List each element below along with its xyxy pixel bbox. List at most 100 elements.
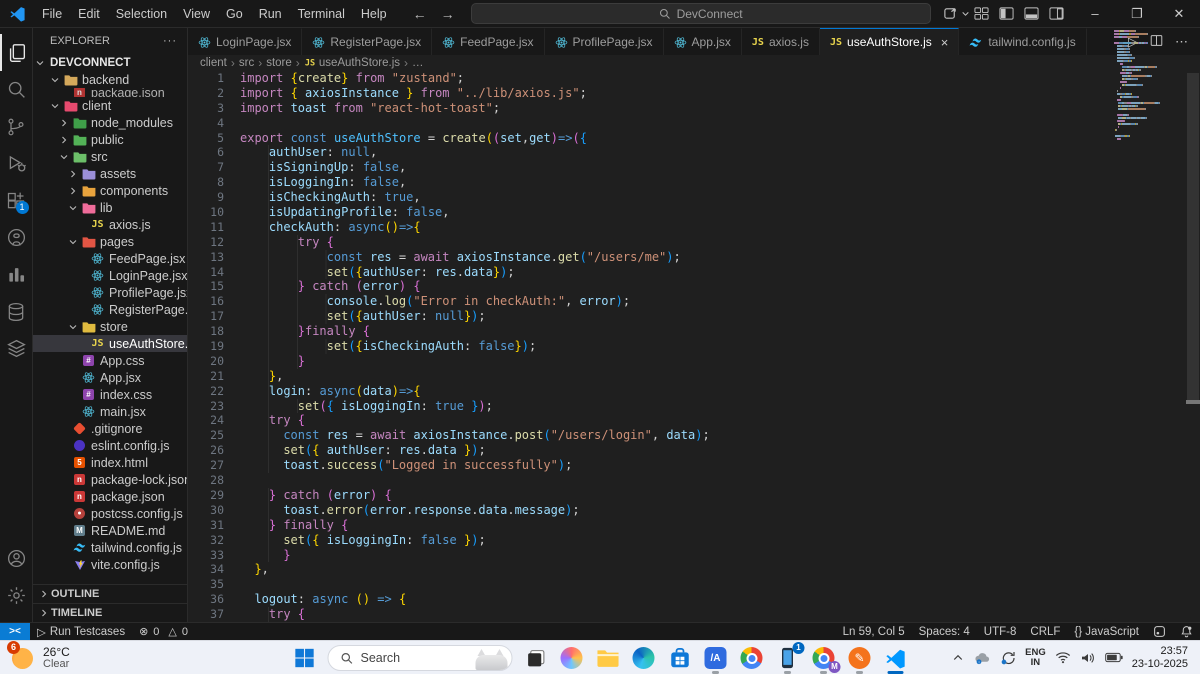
- nav-back-icon[interactable]: ←: [411, 6, 429, 22]
- remote-indicator[interactable]: ><: [0, 622, 30, 641]
- breadcrumb-item[interactable]: src: [239, 57, 254, 69]
- toggle-sidebar-icon[interactable]: [999, 6, 1014, 21]
- code-line[interactable]: 20}: [188, 353, 1186, 369]
- copilot-menu[interactable]: [943, 6, 970, 21]
- taskbar-app-chrome[interactable]: [739, 645, 765, 671]
- problems-indicator[interactable]: ⊗ 0 △ 0: [132, 623, 196, 640]
- tab-LoginPage.jsx[interactable]: LoginPage.jsx: [188, 28, 303, 55]
- tree-item-client[interactable]: client: [33, 97, 187, 114]
- code-line[interactable]: 7 isSigningUp: false,: [188, 160, 1186, 176]
- minimize-button[interactable]: –: [1074, 0, 1116, 28]
- code-line[interactable]: 1 import {create} from "zustand";: [188, 71, 1186, 86]
- taskbar-app-taskview[interactable]: [523, 645, 549, 671]
- activity-extensions-icon[interactable]: 1: [0, 182, 33, 219]
- code-line[interactable]: 33}: [188, 547, 1186, 563]
- menu-item-terminal[interactable]: Terminal: [290, 0, 353, 28]
- activity-settings-icon[interactable]: [0, 577, 33, 614]
- restore-button[interactable]: ❐: [1116, 0, 1158, 28]
- menu-item-run[interactable]: Run: [251, 0, 290, 28]
- onedrive-icon[interactable]: i: [973, 651, 991, 665]
- taskbar-app-pen[interactable]: ✎: [847, 645, 873, 674]
- code-line[interactable]: 26 set({ authUser: res. data });: [188, 443, 1186, 459]
- status-item[interactable]: Spaces: 4: [912, 626, 977, 638]
- code-line[interactable]: 23 set({ isLoggingIn: true });: [188, 398, 1186, 414]
- taskbar-app-phone[interactable]: 1: [775, 642, 805, 674]
- status-item[interactable]: Ln 59, Col 5: [836, 626, 912, 638]
- volume-icon[interactable]: [1080, 651, 1096, 665]
- tree-item-index.css[interactable]: # index.css: [33, 386, 187, 403]
- tree-item-ProfilePage.jsx[interactable]: ProfilePage.jsx: [33, 284, 187, 301]
- menu-item-edit[interactable]: Edit: [70, 0, 108, 28]
- statusbar-extension-icon[interactable]: [1146, 625, 1173, 638]
- tree-item-assets[interactable]: assets: [33, 165, 187, 182]
- breadcrumb-item[interactable]: client: [200, 57, 227, 69]
- activity-search-icon[interactable]: [0, 71, 33, 108]
- tab-axios.js[interactable]: JS axios.js: [741, 28, 820, 55]
- activity-database-icon[interactable]: [0, 293, 33, 330]
- command-center-search[interactable]: DevConnect: [470, 3, 931, 24]
- close-button[interactable]: ✕: [1158, 0, 1200, 28]
- code-line[interactable]: 3 import toast from "react-hot-toast";: [188, 101, 1186, 116]
- run-testcases-button[interactable]: ▷ Run Testcases: [30, 623, 132, 640]
- tab-useAuthStore.js[interactable]: JS useAuthStore.js ×: [819, 28, 960, 55]
- taskbar-app-chrome-m[interactable]: M: [811, 645, 841, 674]
- code-line[interactable]: 34},: [188, 562, 1186, 578]
- tree-item-axios.js[interactable]: JS axios.js: [33, 216, 187, 233]
- tree-item-index.html[interactable]: 5 index.html: [33, 454, 187, 471]
- tree-item-postcss.config.js[interactable]: ● postcss.config.js: [33, 505, 187, 522]
- tab-RegisterPage.jsx[interactable]: RegisterPage.jsx: [302, 28, 433, 55]
- code-line[interactable]: 22 login: async(data) =>{: [188, 383, 1186, 399]
- activity-github-icon[interactable]: [0, 219, 33, 256]
- tree-item-README.md[interactable]: M README.md: [33, 522, 187, 539]
- tree-item-components[interactable]: components: [33, 182, 187, 199]
- taskbar-app-edge[interactable]: [631, 645, 657, 671]
- battery-icon[interactable]: [1104, 652, 1123, 663]
- code-line[interactable]: 32 set({ isLoggingIn: false });: [188, 532, 1186, 548]
- activity-account-icon[interactable]: [0, 540, 33, 577]
- code-line[interactable]: 27 toast. success("Logged in successfully"…: [188, 458, 1186, 474]
- code-line[interactable]: 36 logout: async () => {: [188, 592, 1186, 608]
- code-line[interactable]: 18} finally {: [188, 324, 1186, 340]
- section-timeline[interactable]: TIMELINE: [33, 603, 187, 622]
- tree-item-RegisterPage.jsx[interactable]: RegisterPage.jsx: [33, 301, 187, 318]
- code-line[interactable]: 31} finally {: [188, 517, 1186, 533]
- editor-scrollbar[interactable]: [1186, 71, 1200, 622]
- code-line[interactable]: 11 checkAuth: async() =>{: [188, 219, 1186, 235]
- tab-tailwind.config.js[interactable]: tailwind.config.js: [959, 28, 1087, 55]
- code-line[interactable]: 2 import { axiosInstance } from "../lib/a…: [188, 86, 1186, 101]
- breadcrumb-item[interactable]: JS useAuthStore.js: [304, 57, 400, 69]
- tree-item-vite.config.js[interactable]: vite.config.js: [33, 556, 187, 573]
- notifications-bell-icon[interactable]: [1173, 625, 1200, 638]
- tree-item-tailwind.config.js[interactable]: tailwind.config.js: [33, 539, 187, 556]
- activity-chart-icon[interactable]: [0, 256, 33, 293]
- code-line[interactable]: 14 set({authUser: res. data});: [188, 264, 1186, 280]
- close-icon[interactable]: ×: [941, 35, 949, 50]
- nav-forward-icon[interactable]: →: [439, 6, 457, 22]
- activity-debug-icon[interactable]: [0, 145, 33, 182]
- code-line[interactable]: 30 toast. error(error. response. data. messag…: [188, 502, 1186, 518]
- tree-root[interactable]: DEVCONNECT: [33, 54, 187, 71]
- breadcrumb-item[interactable]: …: [412, 57, 424, 69]
- tree-item-App.jsx[interactable]: App.jsx: [33, 369, 187, 386]
- tree-item-eslint.config.js[interactable]: eslint.config.js: [33, 437, 187, 454]
- tree-item-store[interactable]: store: [33, 318, 187, 335]
- tree-item-package.json[interactable]: n package.json: [33, 488, 187, 505]
- explorer-actions-icon[interactable]: ···: [163, 35, 177, 47]
- code-line[interactable]: 35: [188, 577, 1186, 592]
- scrollbar-thumb[interactable]: [1187, 73, 1199, 400]
- code-line[interactable]: 24 try {: [188, 413, 1186, 429]
- tree-item-App.css[interactable]: # App.css: [33, 352, 187, 369]
- code-line[interactable]: 9 isCheckingAuth: true,: [188, 190, 1186, 206]
- status-item[interactable]: {} JavaScript: [1067, 626, 1146, 638]
- taskbar-app-store[interactable]: [667, 645, 693, 671]
- code-line[interactable]: 15} catch (error) {: [188, 279, 1186, 295]
- tree-item-main.jsx[interactable]: main.jsx: [33, 403, 187, 420]
- tree-item-.gitignore[interactable]: .gitignore: [33, 420, 187, 437]
- menu-item-selection[interactable]: Selection: [108, 0, 175, 28]
- tree-item-package.json[interactable]: n package.json: [33, 88, 187, 97]
- code-line[interactable]: 6 authUser: null,: [188, 145, 1186, 161]
- update-sync-icon[interactable]: [1000, 650, 1016, 666]
- menu-item-file[interactable]: File: [34, 0, 70, 28]
- tree-item-node_modules[interactable]: node_modules: [33, 114, 187, 131]
- tree-item-public[interactable]: public: [33, 131, 187, 148]
